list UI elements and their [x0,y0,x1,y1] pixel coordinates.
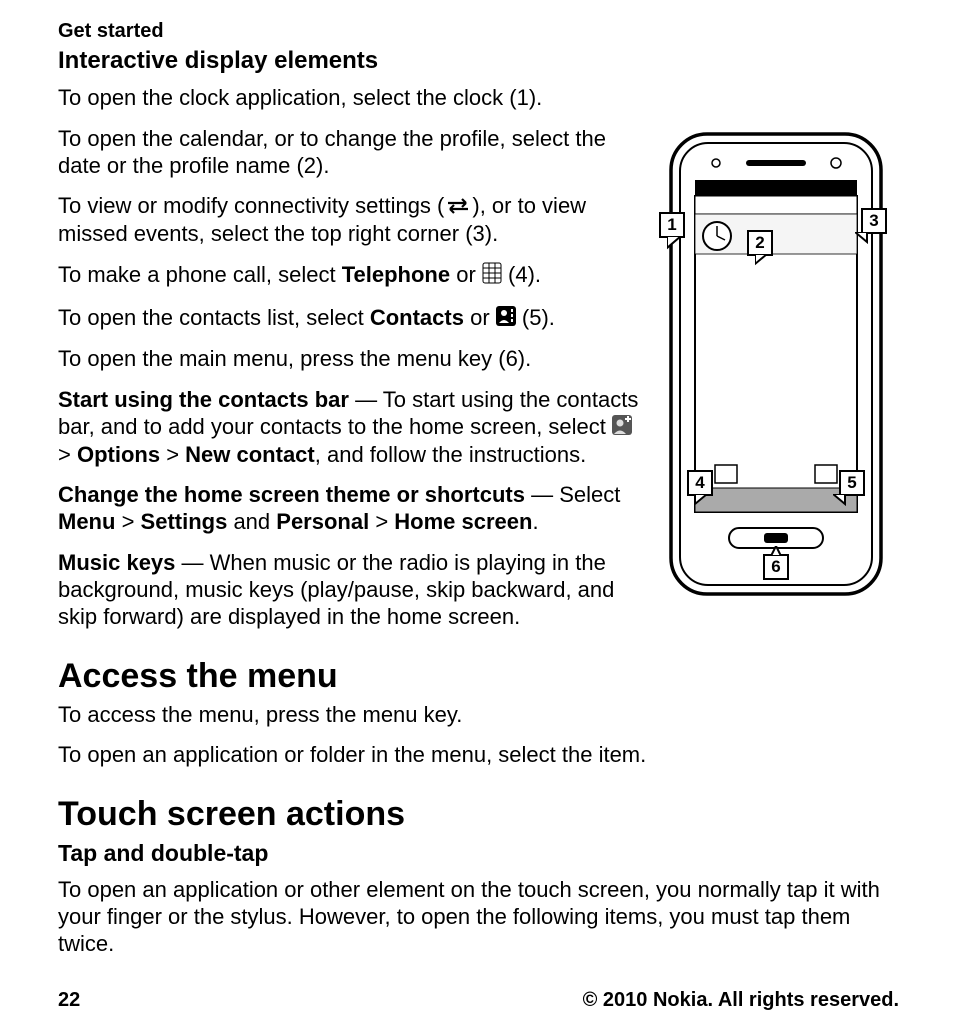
para-contacts: To open the contacts list, select Contac… [58,305,643,333]
para-access-menu: To access the menu, press the menu key. [58,702,899,729]
phone-illustration: 1 2 3 4 5 6 [651,130,899,600]
page-footer: 22 © 2010 Nokia. All rights reserved. [58,989,899,1012]
para-change-theme: Change the home screen theme or shortcut… [58,482,643,536]
callout-1: 1 [659,212,685,238]
para-calendar: To open the calendar, or to change the p… [58,126,643,180]
copyright-text: © 2010 Nokia. All rights reserved. [583,989,899,1012]
para-contacts-bar: Start using the contacts bar — To start … [58,387,643,468]
subheading-tap: Tap and double-tap [58,840,899,867]
add-contact-icon [612,415,632,442]
para-music-keys: Music keys — When music or the radio is … [58,550,643,630]
heading-access-menu: Access the menu [58,657,899,696]
para-tap: To open an application or other element … [58,877,899,957]
dialer-grid-icon [482,262,502,291]
callout-2: 2 [747,230,773,256]
para-main-menu: To open the main menu, press the menu ke… [58,346,643,373]
contacts-book-icon [496,306,516,333]
manual-page: Get started Interactive display elements… [0,0,954,1036]
heading-touch-screen: Touch screen actions [58,795,899,834]
callout-5: 5 [839,470,865,496]
para-telephone: To make a phone call, select Telephone o… [58,262,643,291]
para-open-app: To open an application or folder in the … [58,742,899,769]
connectivity-arrows-icon [444,194,472,221]
para-clock: To open the clock application, select th… [58,85,643,112]
page-number: 22 [58,989,80,1012]
gt-2: > [160,442,185,467]
section-header: Get started [58,20,899,43]
para-connectivity: To view or modify connectivity settings … [58,193,643,247]
callout-6: 6 [763,554,789,580]
subheading-interactive-display: Interactive display elements [58,47,899,75]
gt-1: > [58,442,77,467]
callout-3: 3 [861,208,887,234]
callout-4: 4 [687,470,713,496]
